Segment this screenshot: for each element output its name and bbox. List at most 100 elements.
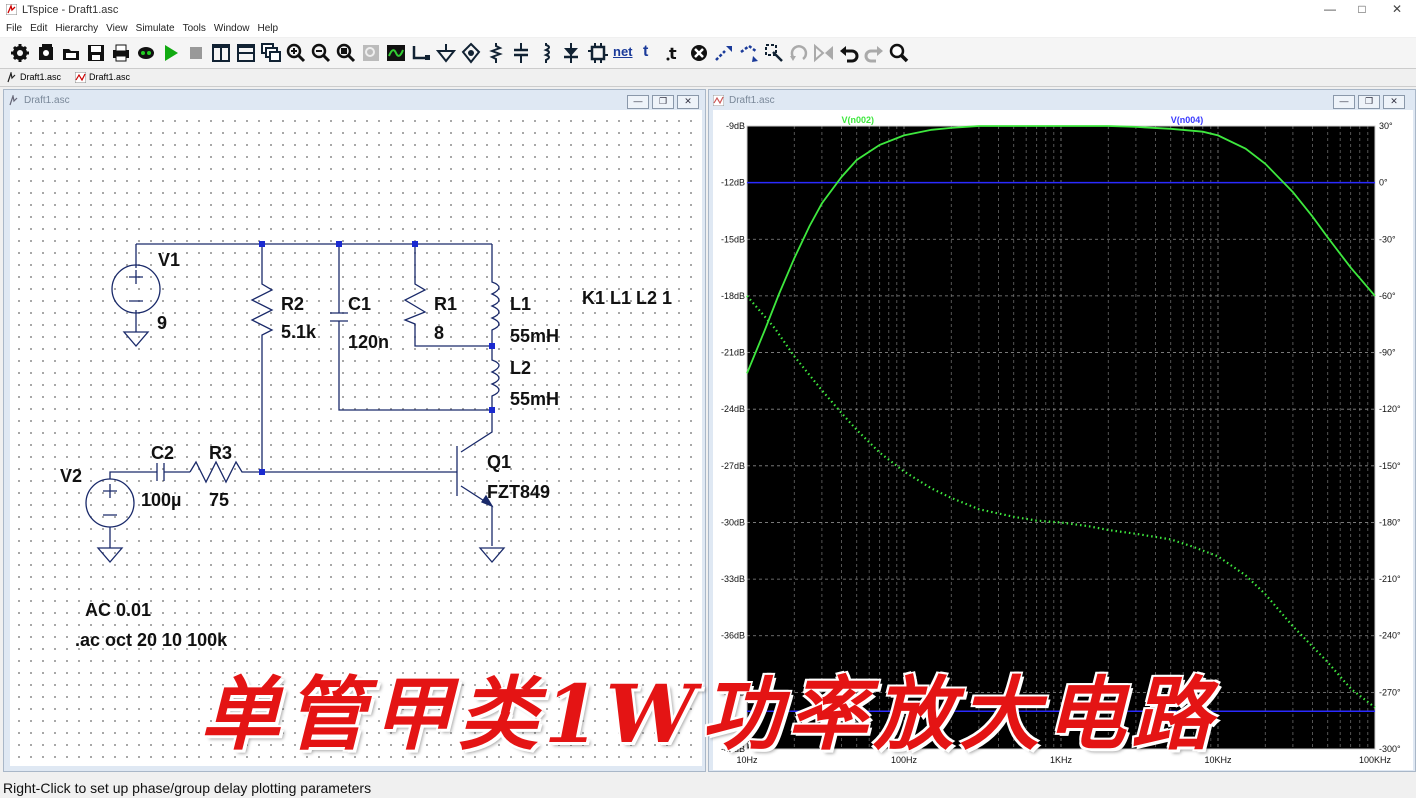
- print-icon[interactable]: [110, 42, 132, 64]
- y-tick-left: -18dB: [721, 291, 745, 301]
- menu-bar: File Edit Hierarchy View Simulate Tools Window…: [0, 20, 1416, 37]
- junction-dot: [259, 469, 265, 475]
- menu-tools[interactable]: Tools: [183, 23, 206, 34]
- waveform-icon[interactable]: [385, 42, 407, 64]
- y-tick-right: -210°: [1379, 574, 1401, 584]
- q1-name: Q1: [487, 452, 511, 472]
- close-window-button[interactable]: ✕: [1385, 2, 1409, 16]
- c2-name: C2: [151, 443, 174, 463]
- schematic-icon: [9, 95, 18, 106]
- text-button[interactable]: t: [643, 42, 665, 64]
- y-tick-left: -15dB: [721, 234, 745, 244]
- y-tick-left: -30dB: [721, 517, 745, 527]
- draw-wire-icon[interactable]: [410, 42, 432, 64]
- minimize-button[interactable]: —: [1318, 2, 1342, 16]
- c2-value: 100µ: [141, 490, 181, 510]
- l1-name: L1: [510, 294, 531, 314]
- window-title: LTspice - Draft1.asc: [22, 4, 119, 16]
- minimize-icon[interactable]: —: [1333, 95, 1355, 109]
- menu-window[interactable]: Window: [214, 23, 250, 34]
- y-tick-left: -27dB: [721, 461, 745, 471]
- v1-value: 9: [157, 313, 167, 333]
- tab-schematic[interactable]: Draft1.asc: [4, 71, 65, 85]
- toolbar: net t t: [0, 38, 1416, 69]
- label-net-icon[interactable]: [460, 42, 482, 64]
- junction-dot: [489, 407, 495, 413]
- ground-q1: [478, 547, 506, 563]
- capacitor-c2: [156, 463, 190, 481]
- simulation-command: .ac oct 20 10 100k: [75, 630, 228, 650]
- ground-v1: [122, 331, 150, 347]
- settings-gear-icon[interactable]: [9, 42, 31, 64]
- rotate-icon[interactable]: [788, 42, 810, 64]
- r1-value: 8: [434, 323, 444, 343]
- save-icon[interactable]: [85, 42, 107, 64]
- inductor-icon[interactable]: [535, 42, 557, 64]
- open-folder-icon[interactable]: [60, 42, 82, 64]
- y-tick-left: -33dB: [721, 574, 745, 584]
- y-tick-left: -36dB: [721, 631, 745, 641]
- maximize-button[interactable]: □: [1350, 2, 1374, 16]
- find-icon[interactable]: [888, 42, 910, 64]
- y-tick-right: -270°: [1379, 687, 1401, 697]
- drag-icon[interactable]: [763, 42, 785, 64]
- zoom-fit-icon[interactable]: [335, 42, 357, 64]
- menu-simulate[interactable]: Simulate: [136, 23, 175, 34]
- tab-waveform[interactable]: Draft1.asc: [73, 71, 134, 85]
- ac-source-value: AC 0.01: [85, 600, 151, 620]
- minimize-icon[interactable]: —: [627, 95, 649, 109]
- close-icon[interactable]: ✕: [1383, 95, 1405, 109]
- schematic-window-title: Draft1.asc: [24, 95, 70, 106]
- schematic-window-header: Draft1.asc — ❐ ✕: [4, 90, 705, 110]
- menu-help[interactable]: Help: [258, 23, 279, 34]
- open-file-icon[interactable]: [35, 42, 57, 64]
- cascade-icon[interactable]: [260, 42, 282, 64]
- duplicate-icon[interactable]: [713, 42, 735, 64]
- capacitor-icon[interactable]: [510, 42, 532, 64]
- restore-icon[interactable]: ❐: [652, 95, 674, 109]
- tab-label: Draft1.asc: [20, 72, 62, 82]
- move-icon[interactable]: [738, 42, 760, 64]
- r3-value: 75: [209, 490, 229, 510]
- junction-dot: [259, 241, 265, 247]
- y-tick-right: -60°: [1379, 291, 1396, 301]
- restore-icon[interactable]: ❐: [1358, 95, 1380, 109]
- delete-icon[interactable]: [688, 42, 710, 64]
- spice-netlist-button[interactable]: net: [613, 42, 635, 64]
- caption-overlay: 单管甲类1W功率放大电路: [200, 667, 1218, 761]
- control-panel-icon[interactable]: [135, 42, 157, 64]
- spice-directive-icon[interactable]: t: [663, 42, 685, 64]
- run-icon[interactable]: [160, 42, 182, 64]
- menu-hierarchy[interactable]: Hierarchy: [55, 23, 98, 34]
- menu-edit[interactable]: Edit: [30, 23, 47, 34]
- inductor-l2: [490, 346, 500, 410]
- q1-value: FZT849: [487, 482, 550, 502]
- redo-icon[interactable]: [863, 42, 885, 64]
- diode-icon[interactable]: [560, 42, 582, 64]
- menu-file[interactable]: File: [6, 23, 22, 34]
- tile-vertical-icon[interactable]: [210, 42, 232, 64]
- legend-entry: V(n002): [842, 115, 875, 125]
- zoom-out-icon[interactable]: [310, 42, 332, 64]
- zoom-back-icon[interactable]: [360, 42, 382, 64]
- zoom-in-icon[interactable]: [285, 42, 307, 64]
- undo-icon[interactable]: [838, 42, 860, 64]
- y-tick-right: -300°: [1379, 744, 1401, 754]
- l2-value: 55mH: [510, 389, 559, 409]
- r3-name: R3: [209, 443, 232, 463]
- c1-name: C1: [348, 294, 371, 314]
- halt-icon[interactable]: [185, 42, 207, 64]
- c1-value: 120n: [348, 332, 389, 352]
- tile-horizontal-icon[interactable]: [235, 42, 257, 64]
- resistor-icon[interactable]: [485, 42, 507, 64]
- y-tick-left: -12dB: [721, 178, 745, 188]
- l1-value: 55mH: [510, 326, 559, 346]
- x-tick-label: 100KHz: [1359, 755, 1392, 765]
- ground-icon[interactable]: [435, 42, 457, 64]
- menu-view[interactable]: View: [106, 23, 128, 34]
- y-tick-right: 30°: [1379, 121, 1393, 131]
- mirror-icon[interactable]: [813, 42, 835, 64]
- close-icon[interactable]: ✕: [677, 95, 699, 109]
- component-icon[interactable]: [587, 42, 609, 64]
- y-tick-left: -24dB: [721, 404, 745, 414]
